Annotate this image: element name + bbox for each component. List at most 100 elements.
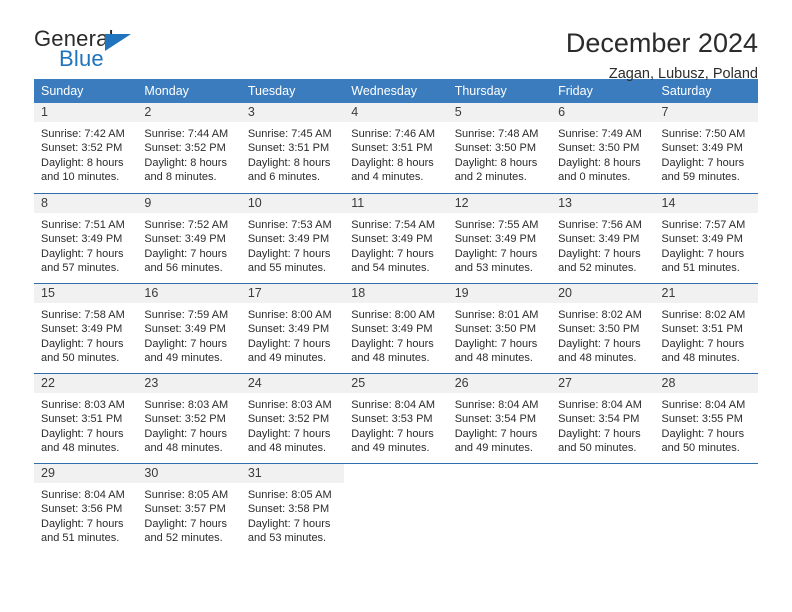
daylight-text-line2: and 49 minutes. (247, 352, 327, 365)
day-number: 4 (344, 103, 448, 122)
calendar-day-cell[interactable]: 10 Sunrise: 7:53 AM Sunset: 3:49 PM Dayligh… (240, 194, 345, 283)
calendar-page: General Blue December 2024 Zagan, Lubusz… (0, 0, 792, 612)
day-details: Sunrise: 8:04 AM Sunset: 3:54 PM Daylight:… (448, 393, 551, 456)
calendar-day-cell[interactable]: 16 Sunrise: 7:59 AM Sunset: 3:49 PM Dayligh… (137, 284, 241, 373)
daylight-text-line2: and 49 minutes. (454, 442, 533, 455)
daylight-text-line2: and 53 minutes. (454, 262, 533, 275)
day-details: Sunrise: 7:52 AM Sunset: 3:49 PM Daylight:… (137, 213, 240, 276)
calendar-day-cell[interactable]: 17 Sunrise: 8:00 AM Sunset: 3:49 PM Dayligh… (240, 284, 345, 373)
sunrise-text: Sunrise: 8:04 AM (558, 399, 642, 411)
weekday-header-monday: Monday (144, 84, 189, 98)
daylight-text-line2: and 6 minutes. (247, 171, 320, 184)
title-block: December 2024 Zagan, Lubusz, Poland (566, 28, 758, 82)
sunrise-text: Sunrise: 7:51 AM (41, 219, 125, 231)
calendar-day-cell[interactable]: 23 Sunrise: 8:03 AM Sunset: 3:52 PM Dayligh… (137, 374, 241, 463)
calendar-day-cell[interactable]: 11 Sunrise: 7:54 AM Sunset: 3:49 PM Dayligh… (344, 194, 448, 283)
day-details: Sunrise: 8:04 AM Sunset: 3:55 PM Daylight:… (655, 393, 758, 456)
sunset-text: Sunset: 3:49 PM (41, 233, 123, 246)
calendar-day-cell[interactable]: 18 Sunrise: 8:00 AM Sunset: 3:49 PM Dayligh… (344, 284, 448, 373)
sunset-text: Sunset: 3:51 PM (41, 413, 123, 426)
day-details: Sunrise: 7:51 AM Sunset: 3:49 PM Daylight:… (34, 213, 137, 276)
day-details: Sunrise: 7:53 AM Sunset: 3:49 PM Daylight:… (241, 213, 344, 276)
weekday-header-wednesday: Wednesday (351, 84, 418, 98)
day-details: Sunrise: 8:04 AM Sunset: 3:53 PM Daylight:… (344, 393, 447, 456)
sunrise-text: Sunrise: 8:04 AM (41, 489, 125, 501)
calendar-day-cell[interactable]: 5 Sunrise: 7:48 AM Sunset: 3:50 PM Daylight… (447, 103, 552, 193)
calendar-day-cell[interactable]: 13 Sunrise: 7:56 AM Sunset: 3:49 PM Dayligh… (551, 194, 655, 283)
day-details: Sunrise: 7:48 AM Sunset: 3:50 PM Daylight:… (448, 122, 551, 185)
calendar-day-cell[interactable]: 30 Sunrise: 8:05 AM Sunset: 3:57 PM Dayligh… (137, 464, 241, 553)
calendar-day-cell[interactable]: 4 Sunrise: 7:46 AM Sunset: 3:51 PM Daylight… (344, 103, 448, 193)
daylight-text-line2: and 49 minutes. (351, 442, 430, 455)
day-number: 20 (551, 284, 655, 303)
day-details: Sunrise: 8:04 AM Sunset: 3:56 PM Daylight:… (34, 483, 137, 546)
daylight-text-line2: and 59 minutes. (661, 171, 740, 184)
calendar-weeks: 1 Sunrise: 7:42 AM Sunset: 3:52 PM Daylight… (34, 103, 758, 553)
day-details: Sunrise: 7:42 AM Sunset: 3:52 PM Daylight:… (34, 122, 137, 185)
day-number: 2 (137, 103, 241, 122)
sunset-text: Sunset: 3:50 PM (454, 323, 537, 336)
sunrise-text: Sunrise: 7:52 AM (144, 219, 229, 231)
calendar-day-cell[interactable]: 21 Sunrise: 8:02 AM Sunset: 3:51 PM Dayligh… (654, 284, 758, 373)
sunrise-text: Sunrise: 8:05 AM (144, 489, 229, 501)
sunrise-text: Sunrise: 7:54 AM (351, 219, 436, 231)
daylight-text-line2: and 49 minutes. (144, 352, 223, 365)
daylight-text-line2: and 8 minutes. (144, 171, 217, 184)
daylight-text-line1: Daylight: 7 hours (41, 427, 124, 440)
sunset-text: Sunset: 3:57 PM (144, 503, 226, 516)
calendar-day-cell[interactable]: 26 Sunrise: 8:04 AM Sunset: 3:54 PM Dayligh… (447, 374, 552, 463)
daylight-text-line2: and 48 minutes. (41, 442, 120, 455)
daylight-text-line2: and 2 minutes. (454, 171, 527, 184)
calendar-day-cell[interactable]: 29 Sunrise: 8:04 AM Sunset: 3:56 PM Dayligh… (34, 464, 138, 553)
sunrise-text: Sunrise: 8:03 AM (144, 399, 229, 411)
day-number: 7 (654, 103, 758, 122)
sunrise-text: Sunrise: 8:04 AM (661, 399, 746, 411)
calendar-day-cell[interactable]: 31 Sunrise: 8:05 AM Sunset: 3:58 PM Dayligh… (240, 464, 345, 553)
sunset-text: Sunset: 3:49 PM (144, 323, 226, 336)
calendar-day-cell[interactable]: 8 Sunrise: 7:51 AM Sunset: 3:49 PM Daylight… (34, 194, 138, 283)
calendar-day-cell[interactable]: 19 Sunrise: 8:01 AM Sunset: 3:50 PM Dayligh… (447, 284, 552, 373)
sunrise-text: Sunrise: 8:01 AM (454, 309, 539, 321)
sunset-text: Sunset: 3:54 PM (558, 413, 640, 426)
calendar-day-cell[interactable]: 6 Sunrise: 7:49 AM Sunset: 3:50 PM Daylight… (551, 103, 655, 193)
day-number: 25 (344, 374, 448, 393)
sunrise-text: Sunrise: 7:45 AM (247, 128, 332, 140)
sunrise-text: Sunrise: 7:48 AM (454, 128, 539, 140)
day-number (344, 464, 447, 483)
calendar-day-cell[interactable]: 15 Sunrise: 7:58 AM Sunset: 3:49 PM Dayligh… (34, 284, 138, 373)
calendar-day-cell[interactable]: 27 Sunrise: 8:04 AM Sunset: 3:54 PM Dayligh… (551, 374, 655, 463)
day-number (448, 464, 551, 483)
general-blue-logo[interactable]: General Blue (34, 28, 154, 78)
calendar-day-cell[interactable]: 3 Sunrise: 7:45 AM Sunset: 3:51 PM Daylight… (240, 103, 345, 193)
calendar-day-cell[interactable]: 7 Sunrise: 7:50 AM Sunset: 3:49 PM Daylight… (654, 103, 758, 193)
calendar-day-cell[interactable]: 24 Sunrise: 8:03 AM Sunset: 3:52 PM Dayligh… (240, 374, 345, 463)
day-number: 17 (240, 284, 345, 303)
calendar-day-cell[interactable]: 28 Sunrise: 8:04 AM Sunset: 3:55 PM Dayligh… (654, 374, 758, 463)
calendar-day-cell[interactable]: 12 Sunrise: 7:55 AM Sunset: 3:49 PM Dayligh… (447, 194, 552, 283)
sunset-text: Sunset: 3:52 PM (144, 142, 226, 155)
calendar-week-row: 1 Sunrise: 7:42 AM Sunset: 3:52 PM Daylight… (34, 103, 758, 193)
calendar-day-cell-empty (448, 464, 551, 553)
sunrise-text: Sunrise: 8:02 AM (558, 309, 642, 321)
day-number: 14 (654, 194, 758, 213)
calendar-day-cell[interactable]: 1 Sunrise: 7:42 AM Sunset: 3:52 PM Daylight… (34, 103, 138, 193)
calendar-day-cell[interactable]: 20 Sunrise: 8:02 AM Sunset: 3:50 PM Dayligh… (551, 284, 655, 373)
sunrise-text: Sunrise: 7:46 AM (351, 128, 436, 140)
calendar-day-cell[interactable]: 22 Sunrise: 8:03 AM Sunset: 3:51 PM Dayligh… (34, 374, 138, 463)
calendar-day-cell[interactable]: 14 Sunrise: 7:57 AM Sunset: 3:49 PM Dayligh… (654, 194, 758, 283)
daylight-text-line2: and 51 minutes. (661, 262, 740, 275)
daylight-text-line2: and 48 minutes. (144, 442, 223, 455)
daylight-text-line1: Daylight: 8 hours (454, 156, 538, 169)
daylight-text-line1: Daylight: 7 hours (454, 337, 538, 350)
sunrise-text: Sunrise: 7:59 AM (144, 309, 229, 321)
sunset-text: Sunset: 3:55 PM (661, 413, 743, 426)
weekday-header-saturday: Saturday (661, 84, 712, 98)
calendar-day-cell[interactable]: 9 Sunrise: 7:52 AM Sunset: 3:49 PM Daylight… (137, 194, 241, 283)
calendar-day-cell[interactable]: 25 Sunrise: 8:04 AM Sunset: 3:53 PM Dayligh… (344, 374, 448, 463)
sunset-text: Sunset: 3:49 PM (41, 323, 123, 336)
day-number: 31 (240, 464, 345, 483)
day-number: 8 (34, 194, 138, 213)
daylight-text-line2: and 48 minutes. (247, 442, 327, 455)
day-number: 6 (551, 103, 655, 122)
calendar-day-cell[interactable]: 2 Sunrise: 7:44 AM Sunset: 3:52 PM Daylight… (137, 103, 241, 193)
